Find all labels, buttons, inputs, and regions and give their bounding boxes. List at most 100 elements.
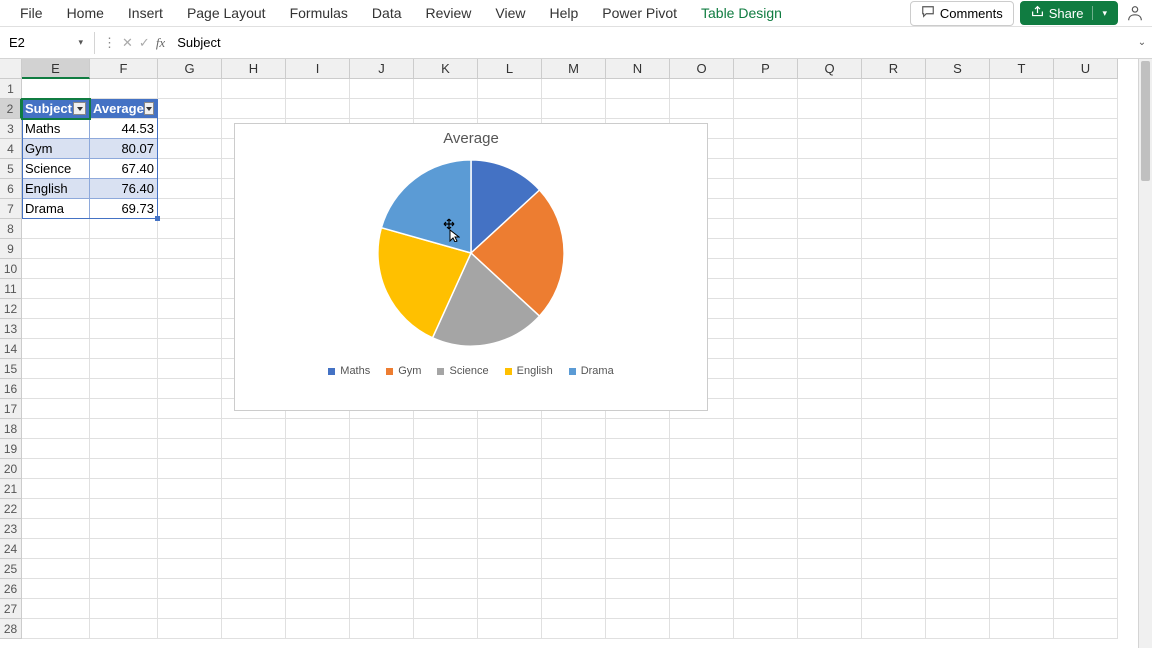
cell[interactable]: [350, 459, 414, 479]
cell[interactable]: [798, 99, 862, 119]
cell[interactable]: [350, 619, 414, 639]
column-header[interactable]: I: [286, 59, 350, 79]
cell[interactable]: [414, 439, 478, 459]
cell[interactable]: [734, 419, 798, 439]
cell[interactable]: [862, 559, 926, 579]
cell[interactable]: [158, 459, 222, 479]
formula-input[interactable]: [169, 30, 1132, 56]
cell[interactable]: [286, 519, 350, 539]
pie-chart[interactable]: Average MathsGymScienceEnglishDrama: [234, 123, 708, 411]
cell[interactable]: [1054, 519, 1118, 539]
cell[interactable]: [286, 599, 350, 619]
cell[interactable]: [158, 539, 222, 559]
cell[interactable]: [798, 439, 862, 459]
cell[interactable]: [158, 619, 222, 639]
cell[interactable]: [990, 539, 1054, 559]
row-header[interactable]: 17: [0, 399, 22, 419]
cell[interactable]: [350, 419, 414, 439]
cell[interactable]: Drama: [22, 199, 90, 219]
scrollbar-thumb[interactable]: [1141, 61, 1150, 181]
row-header[interactable]: 25: [0, 559, 22, 579]
cell[interactable]: [286, 459, 350, 479]
cell[interactable]: [1054, 459, 1118, 479]
cell[interactable]: [90, 499, 158, 519]
cell[interactable]: [606, 519, 670, 539]
cell[interactable]: [670, 79, 734, 99]
cell[interactable]: [926, 439, 990, 459]
cell[interactable]: Subject: [22, 99, 90, 119]
cell[interactable]: [862, 419, 926, 439]
account-icon[interactable]: [1126, 4, 1144, 22]
cell[interactable]: [862, 619, 926, 639]
cell[interactable]: [542, 99, 606, 119]
cell[interactable]: [926, 159, 990, 179]
cell[interactable]: [22, 259, 90, 279]
cell[interactable]: [926, 419, 990, 439]
cell[interactable]: [1054, 539, 1118, 559]
cell[interactable]: [798, 379, 862, 399]
cell[interactable]: [414, 499, 478, 519]
cell[interactable]: [798, 579, 862, 599]
cell[interactable]: [990, 439, 1054, 459]
cell[interactable]: [798, 359, 862, 379]
cell[interactable]: Science: [22, 159, 90, 179]
cell[interactable]: [1054, 199, 1118, 219]
cell[interactable]: [734, 299, 798, 319]
cell[interactable]: [798, 619, 862, 639]
cell[interactable]: [926, 239, 990, 259]
cell[interactable]: [90, 379, 158, 399]
cell[interactable]: [990, 379, 1054, 399]
row-header[interactable]: 20: [0, 459, 22, 479]
cell[interactable]: [606, 559, 670, 579]
cell[interactable]: [926, 219, 990, 239]
cell[interactable]: [350, 439, 414, 459]
cell[interactable]: [1054, 439, 1118, 459]
cell[interactable]: [990, 199, 1054, 219]
cell[interactable]: [22, 539, 90, 559]
cell[interactable]: [1054, 279, 1118, 299]
cell[interactable]: [542, 619, 606, 639]
cell[interactable]: [90, 359, 158, 379]
column-header[interactable]: U: [1054, 59, 1118, 79]
cell[interactable]: [606, 579, 670, 599]
cell[interactable]: [90, 399, 158, 419]
cell[interactable]: [414, 459, 478, 479]
cell[interactable]: [414, 79, 478, 99]
cell[interactable]: [734, 99, 798, 119]
ribbon-tab-power-pivot[interactable]: Power Pivot: [590, 1, 689, 25]
fx-icon[interactable]: fx: [156, 35, 165, 51]
cell[interactable]: English: [22, 179, 90, 199]
cell[interactable]: 44.53: [90, 119, 158, 139]
row-header[interactable]: 12: [0, 299, 22, 319]
cell[interactable]: [798, 519, 862, 539]
cell[interactable]: [1054, 219, 1118, 239]
cell[interactable]: [542, 539, 606, 559]
cell[interactable]: [158, 259, 222, 279]
row-header[interactable]: 1: [0, 79, 22, 99]
row-header[interactable]: 10: [0, 259, 22, 279]
cell[interactable]: [926, 119, 990, 139]
cell[interactable]: [90, 259, 158, 279]
cell[interactable]: [350, 599, 414, 619]
cell[interactable]: [286, 499, 350, 519]
cell[interactable]: [1054, 359, 1118, 379]
cell[interactable]: [222, 559, 286, 579]
cell[interactable]: [734, 619, 798, 639]
cell[interactable]: [990, 599, 1054, 619]
cell[interactable]: Maths: [22, 119, 90, 139]
cell[interactable]: [542, 439, 606, 459]
cell[interactable]: [926, 259, 990, 279]
cell[interactable]: [158, 279, 222, 299]
cell[interactable]: [606, 439, 670, 459]
cell[interactable]: [734, 339, 798, 359]
share-button[interactable]: Share ▾: [1020, 1, 1118, 25]
cell[interactable]: [542, 419, 606, 439]
cell[interactable]: [1054, 319, 1118, 339]
cell[interactable]: [734, 559, 798, 579]
cell[interactable]: [158, 79, 222, 99]
cell[interactable]: [734, 599, 798, 619]
cell[interactable]: [1054, 239, 1118, 259]
cell[interactable]: [990, 499, 1054, 519]
cell[interactable]: [222, 419, 286, 439]
cell[interactable]: [862, 499, 926, 519]
